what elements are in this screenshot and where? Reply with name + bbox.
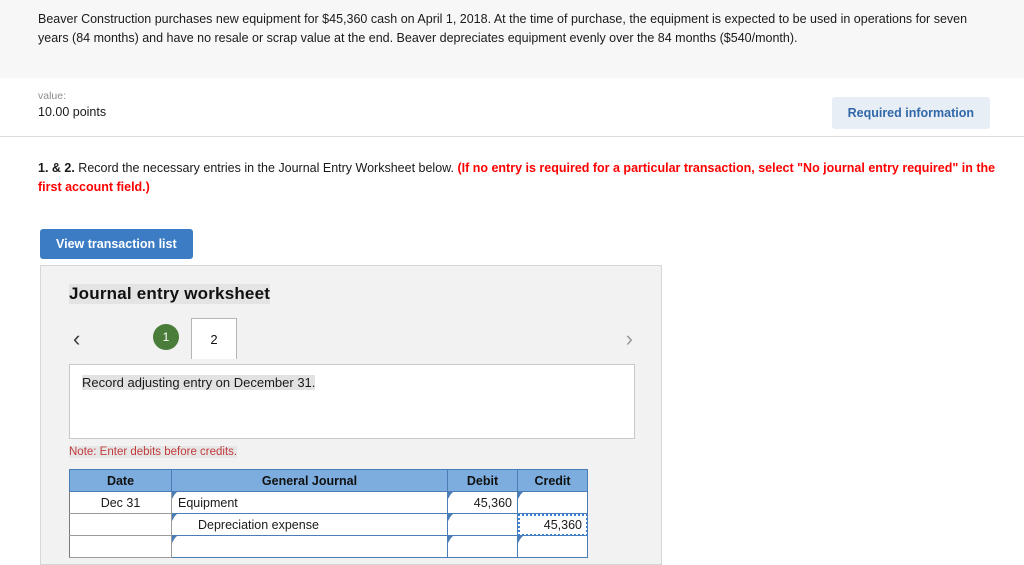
cell-marker-icon [518,536,523,543]
instructions-prefix: 1. & 2. [38,161,75,175]
cell-marker-icon [448,514,453,521]
cell-debit[interactable]: 45,360 [447,491,518,514]
table-row [69,535,588,558]
worksheet-tab-1[interactable]: 1 [153,324,179,350]
worksheet-title: Journal entry worksheet [69,284,271,304]
cell-credit-text: 45,360 [543,517,582,532]
debits-before-credits-note: Note: Enter debits before credits. [69,446,238,458]
chevron-left-icon[interactable]: ‹ [73,328,80,350]
cell-date[interactable] [69,535,172,558]
table-row: Dec 31 Equipment 45,360 [69,491,588,514]
table-header-row: Date General Journal Debit Credit [69,469,588,492]
journal-entry-worksheet-panel: Journal entry worksheet ‹ 1 2 › Record a… [40,265,662,565]
column-header-debit: Debit [447,469,518,492]
cell-marker-icon [448,536,453,543]
problem-statement-text: Beaver Construction purchases new equipm… [38,12,968,45]
cell-marker-icon [172,536,177,543]
cell-marker-icon [172,514,177,521]
cell-marker-icon [518,492,523,499]
instructions: 1. & 2. Record the necessary entries in … [38,159,1016,198]
cell-credit[interactable] [517,491,588,514]
transaction-description-box: Record adjusting entry on December 31. [69,364,635,439]
cell-account-text: Equipment [178,495,238,510]
required-information-badge[interactable]: Required information [831,97,990,129]
value-label: value: [38,90,67,102]
table-row: Depreciation expense 45,360 [69,513,588,536]
cell-debit-text: 45,360 [473,495,512,510]
chevron-right-icon[interactable]: › [626,328,633,350]
cell-date[interactable] [69,513,172,536]
column-header-credit: Credit [517,469,588,492]
transaction-description-text: Record adjusting entry on December 31. [82,375,316,390]
worksheet-tab-2[interactable]: 2 [191,318,237,359]
cell-credit[interactable] [517,535,588,558]
problem-statement-banner: Beaver Construction purchases new equipm… [0,0,1024,78]
view-transaction-list-button[interactable]: View transaction list [40,229,193,259]
cell-debit[interactable] [447,513,518,536]
instructions-body: Record the necessary entries in the Jour… [74,161,458,175]
cell-marker-icon [172,492,177,499]
cell-account-text: Depreciation expense [198,517,319,532]
cell-account[interactable]: Equipment [171,491,448,514]
worksheet-tabs-row: ‹ 1 2 › [41,318,661,360]
cell-account[interactable]: Depreciation expense [171,513,448,536]
value-block: value: 10.00 points [38,90,106,121]
cell-debit[interactable] [447,535,518,558]
column-header-date: Date [69,469,172,492]
cell-account[interactable] [171,535,448,558]
cell-date[interactable]: Dec 31 [69,491,172,514]
cell-credit[interactable]: 45,360 [517,513,588,536]
column-header-general-journal: General Journal [171,469,448,492]
cell-marker-icon [448,492,453,499]
value-points: 10.00 points [38,105,107,120]
journal-entry-table: Date General Journal Debit Credit Dec 31… [69,469,588,558]
